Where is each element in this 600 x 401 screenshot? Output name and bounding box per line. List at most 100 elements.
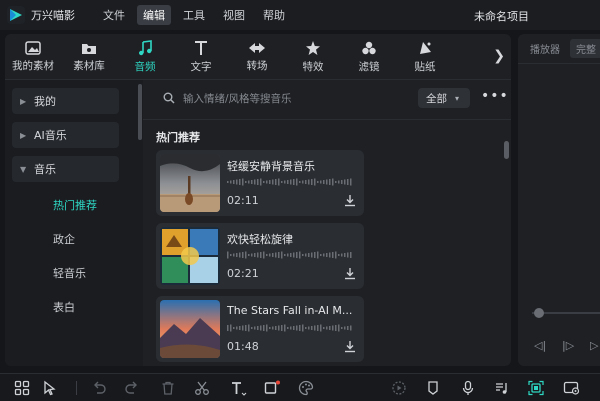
menu-bar: 文件 编辑 工具 视图 帮助 [97,5,291,25]
track-thumbnail [160,300,220,358]
caret-down-icon: ▼ [20,164,27,174]
player-tabs: 播放器 完整 [518,34,600,64]
next-frame-icon[interactable]: |▷ [562,339,574,352]
select-pointer-icon[interactable] [42,380,58,396]
chevron-down-icon: ▾ [455,93,460,103]
music-content: 全部 ▾ ••• 热门推荐 轻缓安静背景音乐 02 [143,80,511,366]
microphone-icon[interactable] [460,380,476,396]
track-duration: 02:21 [227,267,259,280]
menu-edit[interactable]: 编辑 [137,5,171,25]
content-scrollbar[interactable] [504,141,509,159]
category-sidebar: ▶ 我的 ▶ AI音乐 ▼ 音乐 热门推荐 政企 轻音乐 表白 ‹ [5,80,143,366]
color-palette-icon[interactable] [298,380,314,396]
category-ai-music-label: AI音乐 [34,129,67,142]
subcategory-government[interactable]: 政企 [53,231,75,247]
waveform-icon [227,178,352,186]
play-icon[interactable]: ▷ [590,339,598,352]
waveform-icon [227,251,352,259]
track-title: The Stars Fall in-AI M... [227,304,353,317]
filter-dropdown[interactable]: 全部 ▾ [418,88,470,108]
download-icon[interactable] [344,194,356,207]
download-icon[interactable] [344,267,356,280]
redo-icon[interactable] [124,380,140,396]
search-input[interactable] [183,90,413,108]
tab-library-label: 素材库 [73,59,105,72]
tab-full[interactable]: 完整 [570,39,600,58]
search-row: 全部 ▾ ••• [143,80,511,120]
speed-icon[interactable] [391,380,407,396]
transition-icon [249,42,265,53]
previous-frame-icon[interactable]: ◁| [534,339,546,352]
tab-player[interactable]: 播放器 [530,41,560,56]
search-icon [163,92,175,104]
track-title: 欢快轻松旋律 [227,233,293,246]
caret-right-icon: ▶ [20,130,27,140]
subcategory-confession[interactable]: 表白 [53,299,75,315]
app-logo-icon [7,6,25,24]
crop-box-icon[interactable] [264,380,280,396]
undo-icon[interactable] [91,380,107,396]
media-toolbar: 我的素材 素材库 音频 文字 转场 特效 滤镜 贴纸 ❯ [5,34,511,80]
effects-icon [306,40,320,55]
shield-icon[interactable] [425,380,441,396]
track-thumbnail [160,227,220,285]
tab-text-label: 文字 [190,60,212,73]
filter-icon [362,41,376,54]
category-music[interactable]: ▼ 音乐 [12,156,119,182]
tab-text[interactable]: 文字 [173,40,229,74]
category-music-label: 音乐 [34,163,56,176]
tab-filter[interactable]: 滤镜 [341,40,397,74]
sidebar-scrollbar[interactable] [138,84,142,140]
toolbar-divider [76,381,77,395]
tab-audio[interactable]: 音频 [117,39,173,74]
tab-filter-label: 滤镜 [358,60,380,73]
tab-sticker-label: 贴纸 [414,60,436,73]
library-icon [82,43,96,54]
more-options-button[interactable]: ••• [481,88,509,104]
ai-detect-icon[interactable] [528,380,544,396]
subcategory-hot[interactable]: 热门推荐 [53,197,97,213]
category-mine-label: 我的 [34,95,56,108]
player-panel: 播放器 完整 ◁| |▷ ▷ [518,34,600,366]
tab-my-media[interactable]: 我的素材 [5,40,61,73]
media-panel: 我的素材 素材库 音频 文字 转场 特效 滤镜 贴纸 ❯ ▶ 我的 ▶ AI音乐… [5,34,511,366]
category-ai-music[interactable]: ▶ AI音乐 [12,122,119,148]
track-duration: 02:11 [227,194,259,207]
delete-icon[interactable] [160,380,176,396]
app-name: 万兴喵影 [31,9,75,22]
tab-audio-label: 音频 [134,60,156,73]
title-bar: 万兴喵影 文件 编辑 工具 视图 帮助 未命名项目 [0,0,600,30]
download-icon[interactable] [344,340,356,353]
tab-effects[interactable]: 特效 [285,40,341,74]
scissors-icon[interactable] [194,380,210,396]
caret-right-icon: ▶ [20,96,27,106]
track-card[interactable]: 轻缓安静背景音乐 02:11 [156,150,364,216]
menu-view[interactable]: 视图 [217,5,251,25]
sticker-icon [420,41,431,54]
track-title: 轻缓安静背景音乐 [227,160,315,173]
text-tool-icon[interactable] [230,380,247,396]
track-card[interactable]: The Stars Fall in-AI M... 01:48 [156,296,364,362]
category-mine[interactable]: ▶ 我的 [12,88,119,114]
menu-tools[interactable]: 工具 [177,5,211,25]
picture-in-picture-icon[interactable] [563,380,580,396]
toolbar-next-button[interactable]: ❯ [493,48,505,64]
layout-grid-icon[interactable] [14,380,30,396]
playback-slider-handle[interactable] [534,308,544,318]
track-duration: 01:48 [227,340,259,353]
tab-transition-label: 转场 [246,59,268,72]
menu-help[interactable]: 帮助 [257,5,291,25]
project-title[interactable]: 未命名项目 [474,8,529,24]
tab-sticker[interactable]: 贴纸 [397,40,453,74]
image-icon [25,40,41,55]
music-note-list-icon[interactable] [494,380,510,396]
menu-file[interactable]: 文件 [97,5,131,25]
track-thumbnail [160,154,220,212]
track-card[interactable]: 欢快轻松旋律 02:21 [156,223,364,289]
tab-effects-label: 特效 [302,60,324,73]
tab-transition[interactable]: 转场 [229,41,285,73]
timeline-toolbar [0,373,600,401]
subcategory-light-music[interactable]: 轻音乐 [53,265,86,281]
tab-library[interactable]: 素材库 [61,41,117,73]
tab-my-media-label: 我的素材 [12,59,54,72]
